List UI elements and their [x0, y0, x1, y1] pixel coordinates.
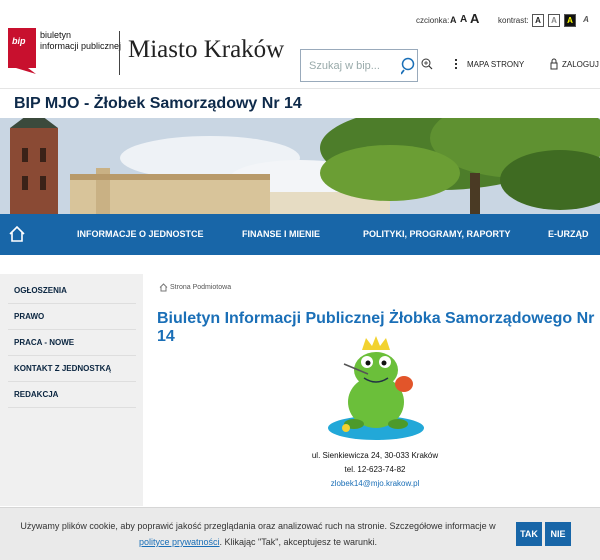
- font-size-label: czcionka:: [416, 16, 450, 25]
- cookie-text-after: . Klikając "Tak", akceptujesz te warunki…: [219, 537, 377, 547]
- search-box[interactable]: Szukaj w bip...: [300, 49, 418, 82]
- sidebar: OGŁOSZENIA PRAWO PRACA - NOWE KONTAKT Z …: [0, 274, 143, 506]
- font-size-medium[interactable]: A: [460, 14, 467, 25]
- cookie-text: Używamy plików cookie, aby poprawić jako…: [18, 518, 498, 550]
- unit-title-bar: BIP MJO - Żłobek Samorządowy Nr 14: [0, 88, 600, 118]
- bip-logo-icon[interactable]: [8, 28, 36, 74]
- cookie-text-before: Używamy plików cookie, aby poprawić jako…: [20, 521, 496, 531]
- sidebar-item-contact[interactable]: KONTAKT Z JEDNOSTKĄ: [8, 356, 136, 382]
- cookie-reject-button[interactable]: NIE: [545, 522, 571, 546]
- nav-item-finance[interactable]: FINANSE I MIENIE: [242, 229, 320, 239]
- sitemap-icon: [455, 59, 457, 69]
- bip-logo-line2: informacji publicznej: [40, 41, 122, 51]
- sidebar-item-editorial[interactable]: REDAKCJA: [8, 382, 136, 408]
- sidebar-item-jobs[interactable]: PRACA - NOWE: [8, 330, 136, 356]
- address: ul. Sienkiewicza 24, 30-033 Kraków: [311, 451, 439, 460]
- bip-logo-text: biuletyn informacji publicznej: [40, 30, 121, 52]
- frog-logo-image: [328, 336, 424, 440]
- header-banner-image: [0, 118, 600, 214]
- cookie-banner: Używamy plików cookie, aby poprawić jako…: [0, 507, 600, 560]
- lock-icon: [550, 58, 558, 70]
- bip-logo-line1: biuletyn: [40, 30, 72, 40]
- font-size-small[interactable]: A: [450, 15, 457, 25]
- home-breadcrumb-icon[interactable]: [159, 283, 168, 292]
- top-header: bip biuletyn informacji publicznej Miast…: [0, 0, 600, 88]
- nav-item-info[interactable]: INFORMACJE O JEDNOSTCE: [77, 229, 204, 239]
- breadcrumb[interactable]: Strona Podmiotowa: [170, 284, 231, 291]
- main-nav: INFORMACJE O JEDNOSTCE FINANSE I MIENIE …: [0, 214, 600, 255]
- bip-logo-mark: bip: [12, 36, 26, 46]
- zoom-icon[interactable]: [421, 58, 433, 70]
- contrast-dark[interactable]: A: [564, 14, 576, 27]
- login-link[interactable]: ZALOGUJ: [562, 60, 599, 69]
- city-title[interactable]: Miasto Kraków: [128, 36, 284, 64]
- unit-title[interactable]: BIP MJO - Żłobek Samorządowy Nr 14: [14, 95, 302, 113]
- phone: tel. 12-623-74-82: [344, 465, 406, 474]
- font-size-large[interactable]: A: [470, 11, 479, 26]
- contrast-default[interactable]: A: [532, 14, 544, 27]
- header-divider: [119, 31, 120, 75]
- contrast-light[interactable]: A: [548, 14, 560, 27]
- sidebar-item-law[interactable]: PRAWO: [8, 304, 136, 330]
- email-link[interactable]: zlobek14@mjo.krakow.pl: [300, 479, 450, 488]
- home-icon[interactable]: [8, 225, 26, 243]
- sidebar-item-announcements[interactable]: OGŁOSZENIA: [8, 278, 136, 304]
- sitemap-link[interactable]: MAPA STRONY: [467, 60, 524, 69]
- search-input[interactable]: Szukaj w bip...: [309, 60, 380, 72]
- contrast-label: kontrast:: [498, 16, 529, 25]
- cookie-accept-button[interactable]: TAK: [516, 522, 542, 546]
- search-icon[interactable]: [401, 57, 417, 75]
- krakow-panorama-image: [0, 118, 600, 214]
- privacy-policy-link[interactable]: polityce prywatności: [139, 537, 220, 547]
- nav-item-eurzad[interactable]: E-URZĄD: [548, 229, 589, 239]
- nav-item-policies[interactable]: POLITYKI, PROGRAMY, RAPORTY: [363, 229, 511, 239]
- contrast-high[interactable]: A: [580, 14, 592, 27]
